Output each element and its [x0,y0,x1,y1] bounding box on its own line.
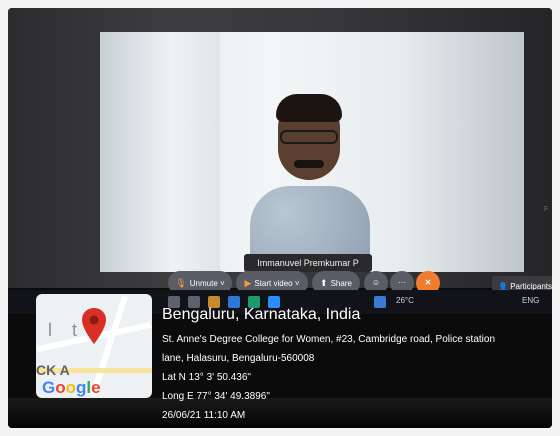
glasses [280,130,338,144]
map-area-label: CK A [36,362,70,378]
unmute-label: Unmute [189,279,218,288]
datetime: 26/06/21 11:10 AM [162,410,246,421]
location-pin-icon [82,308,106,344]
geotag-info: Bengaluru, Karnataka, India St. Anne's D… [162,306,542,425]
smiley-icon: ☺ [371,278,381,287]
google-logo: Google [42,378,101,397]
mustache [294,160,324,168]
participant-figure [250,90,370,272]
video-off-icon: ▶ [244,278,252,288]
latitude: Lat N 13° 3' 50.436" [162,372,251,383]
map-label-1: l [48,320,52,340]
microphone-muted-icon: 🎙 [175,278,187,288]
participant-name-tag: Immanuvel Premkumar P [244,254,372,272]
map-label: l t [48,320,77,341]
side-window-text: F [544,206,549,213]
curtain [100,32,220,272]
more-label: ··· [398,278,406,287]
close-icon: ✕ [424,278,432,287]
longitude: Long E 77° 34' 49.3896" [162,391,270,402]
share-screen-icon: ⬆ [320,278,328,288]
map-label-2: t [72,320,78,340]
participant-video [100,32,524,272]
start-video-label: Start video [254,279,293,288]
share-label: Share [330,279,352,288]
location-title: Bengaluru, Karnataka, India [162,306,361,323]
language-indicator[interactable]: ENG [522,296,539,305]
address-line-1: St. Anne's Degree College for Women, #23… [162,334,496,345]
temperature-text: 26°C [396,296,414,305]
hair [276,94,342,122]
map-thumbnail: l t CK A Google [36,294,152,398]
photo-frame: Immanuvel Premkumar P 🎙 Unmute ˅ ▶ Start v… [8,8,552,428]
address-line-2: lane, Halasuru, Bengaluru-560008 [162,353,315,364]
